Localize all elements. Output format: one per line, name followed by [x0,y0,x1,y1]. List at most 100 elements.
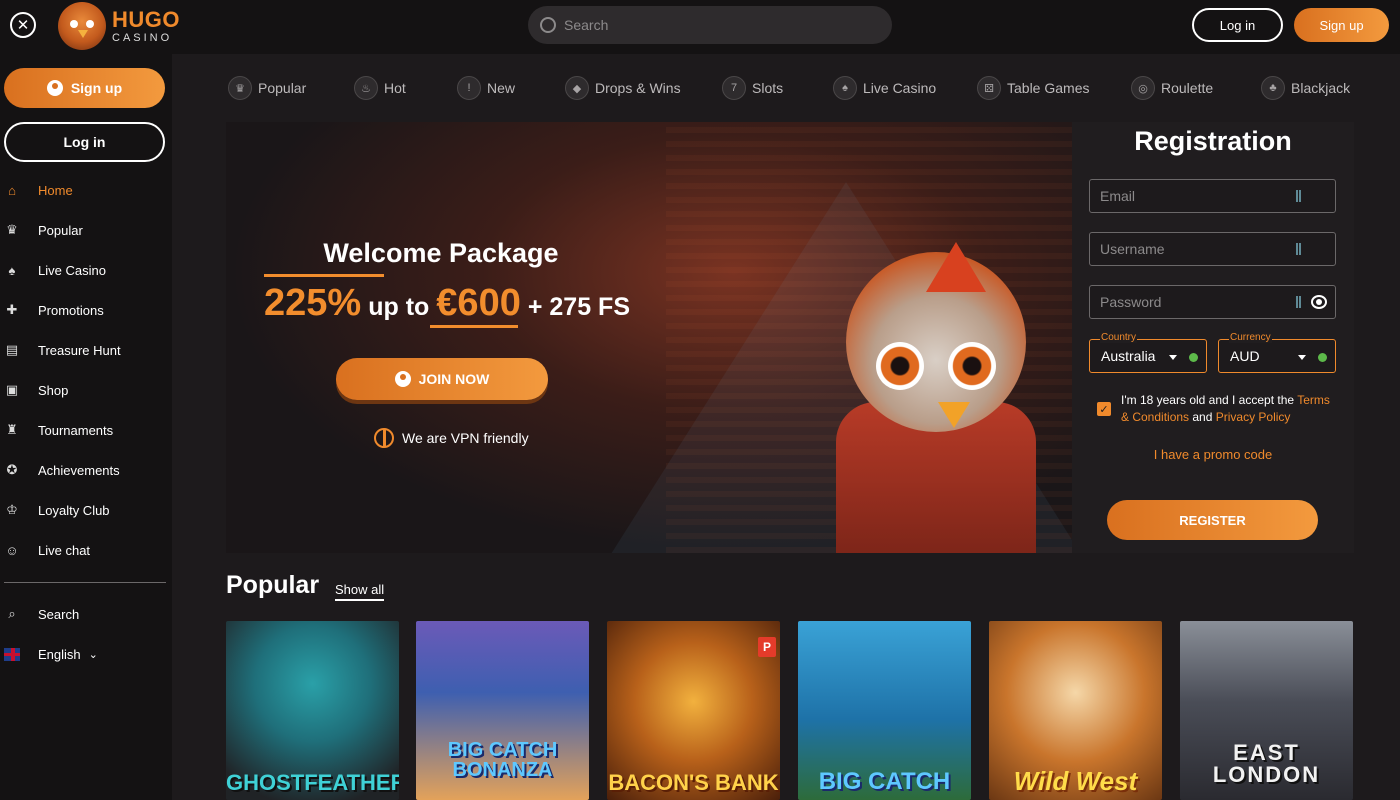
logo-line2: CASINO [112,31,173,44]
medal-icon: ✪ [6,462,18,477]
mascot-eye [948,342,996,390]
register-button[interactable]: REGISTER [1107,500,1318,540]
sidebar-signup-button[interactable]: Sign up [4,68,165,108]
shop-icon: ▣ [5,382,19,397]
sidebar-item-search[interactable]: ⌕ Search [4,602,79,626]
currency-select[interactable]: Currency AUD [1218,332,1336,373]
mascot-illustration [826,232,1046,553]
tab-new[interactable]: ! New [457,76,515,100]
game-tile[interactable]: EAST LONDON [1180,621,1353,800]
terms-text: I'm 18 years old and I accept the Terms … [1121,392,1335,426]
sidebar-item-live-chat[interactable]: ☺ Live chat [4,538,90,562]
game-title: Wild West [1013,766,1138,796]
terms-checkbox[interactable]: ✓ [1097,402,1111,416]
sidebar-item-label: Live Casino [38,262,106,278]
logo[interactable]: HUGO CASINO [58,2,180,50]
sidebar-item-popular[interactable]: ♛ Popular [4,218,83,242]
password-manager-icon [1296,296,1301,308]
game-title: GHOSTFEATHER [226,770,399,795]
tab-drops-wins[interactable]: ◆ Drops & Wins [565,76,681,100]
sidebar-login-button[interactable]: Log in [4,122,165,162]
show-all-link[interactable]: Show all [335,582,385,601]
sidebar-item-label: Promotions [38,302,104,318]
sidebar-divider [4,582,166,583]
chevron-down-icon [1298,355,1306,360]
new-icon: ! [457,76,481,100]
sidebar-item-tournaments[interactable]: ♜ Tournaments [4,418,113,442]
crown-icon: ♛ [228,76,252,100]
search-input[interactable]: Search [528,6,892,44]
sidebar-item-shop[interactable]: ▣ Shop [4,378,69,402]
tab-label: Blackjack [1291,80,1351,96]
mascot-crest [926,242,986,292]
signup-button[interactable]: Sign up [1294,8,1389,42]
logo-text: HUGO CASINO [112,6,180,44]
email-placeholder: Email [1100,188,1136,204]
tab-roulette[interactable]: ◎ Roulette [1131,76,1213,100]
chat-icon: ☺ [5,542,19,558]
tab-live-casino[interactable]: ♠ Live Casino [833,76,936,100]
language-selector[interactable]: English ⌄ [4,642,98,666]
game-tile[interactable]: Wild West [989,621,1162,800]
sidebar-item-label: Popular [38,222,83,238]
cards-icon: ♠ [833,76,857,100]
join-now-button[interactable]: JOIN NOW [336,358,548,400]
sidebar-item-loyalty-club[interactable]: ♔ Loyalty Club [4,498,109,522]
logo-line1: HUGO [112,6,180,32]
game-tile[interactable]: P BACON'S BANK [607,621,780,800]
drops-icon: ◆ [565,76,589,100]
user-icon [46,80,63,96]
tab-popular[interactable]: ♛ Popular [228,76,306,100]
sidebar-item-label: Treasure Hunt [38,342,121,358]
tab-slots[interactable]: 7 Slots [722,76,783,100]
offer-percent: 225% [264,282,362,324]
mascot-beak [938,402,970,428]
uk-flag-icon [4,646,20,662]
chevron-down-icon [1169,355,1177,360]
sidebar-item-label: Tournaments [38,422,114,438]
password-placeholder: Password [1100,294,1162,310]
sidebar-item-live-casino[interactable]: ♠ Live Casino [4,258,106,282]
sidebar: Sign up Log in ⌂ Home ♛ Popular ♠ Live C… [0,54,172,800]
chest-icon: ▤ [5,342,19,357]
sidebar-item-label: Live chat [38,542,91,558]
game-tile[interactable]: BIG CATCH BONANZA [416,621,589,800]
sidebar-item-treasure-hunt[interactable]: ▤ Treasure Hunt [4,338,121,362]
gift-icon: ✚ [6,302,18,317]
provider-badge: P [758,637,776,657]
game-title: BIG CATCH BONANZA [447,739,558,781]
cards-icon: ♠ [8,262,16,278]
privacy-link[interactable]: Privacy Policy [1216,410,1291,424]
game-tile[interactable]: BIG CATCH [798,621,971,800]
tab-hot[interactable]: ♨ Hot [354,76,406,100]
close-icon[interactable]: ✕ [10,12,36,38]
tab-label: Hot [384,80,406,96]
search-icon [540,17,556,33]
country-value: Australia [1101,348,1156,364]
sidebar-signup-label: Sign up [70,80,123,96]
show-password-icon[interactable] [1311,295,1327,309]
country-select[interactable]: Country Australia [1089,332,1207,373]
password-manager-icon [1296,190,1301,202]
game-tile[interactable]: GHOSTFEATHER [226,621,399,800]
tab-blackjack[interactable]: ♣ Blackjack [1261,76,1350,100]
tab-label: Drops & Wins [595,80,681,96]
flame-icon: ♨ [354,76,378,100]
home-icon: ⌂ [8,182,16,198]
trophy-icon: ♜ [6,422,18,437]
promo-code-link[interactable]: I have a promo code [1072,447,1354,462]
tab-label: New [487,80,516,96]
mascot-eye [876,342,924,390]
currency-value: AUD [1230,348,1260,364]
sidebar-item-achievements[interactable]: ✪ Achievements [4,458,120,482]
login-button[interactable]: Log in [1192,8,1283,42]
sidebar-item-label: Search [38,606,80,622]
tab-table-games[interactable]: ⚄ Table Games [977,76,1089,100]
password-field[interactable]: Password [1089,285,1336,319]
sidebar-item-promotions[interactable]: ✚ Promotions [4,298,104,322]
email-field[interactable]: Email [1089,179,1336,213]
hero-banner: Welcome Package 225% up to €600 + 275 FS… [226,122,1072,553]
sidebar-item-home[interactable]: ⌂ Home [4,178,73,202]
username-field[interactable]: Username [1089,232,1336,266]
crown-icon: ♔ [6,502,18,517]
